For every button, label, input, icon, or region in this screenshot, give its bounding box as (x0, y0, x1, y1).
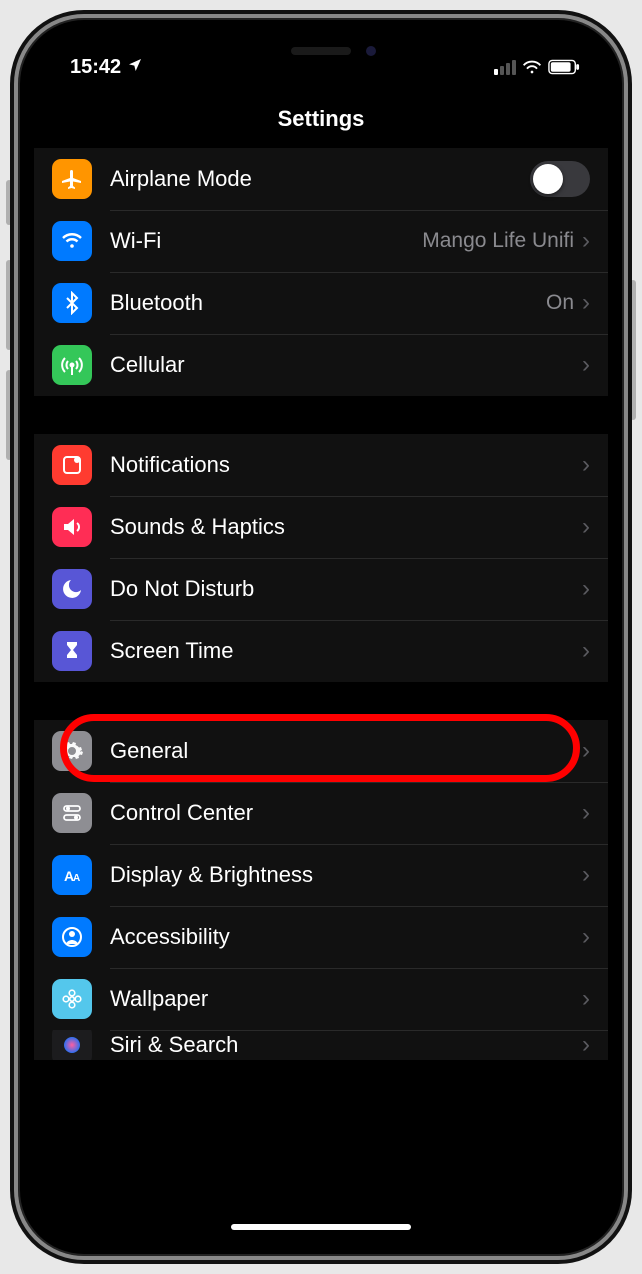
row-label: Bluetooth (110, 290, 546, 316)
battery-icon (548, 59, 580, 75)
row-label: Siri & Search (110, 1032, 582, 1058)
row-control-center[interactable]: Control Center› (34, 782, 608, 844)
bluetooth-icon (52, 283, 92, 323)
row-general[interactable]: General› (34, 720, 608, 782)
row-label: Cellular (110, 352, 582, 378)
settings-group: Notifications›Sounds & Haptics›Do Not Di… (34, 434, 608, 682)
row-screentime[interactable]: Screen Time› (34, 620, 608, 682)
gear-icon (52, 731, 92, 771)
phone-frame: 15:42 (14, 14, 628, 1260)
power-button (630, 280, 636, 420)
bell-icon (52, 445, 92, 485)
chevron-right-icon: › (582, 799, 590, 827)
row-cellular[interactable]: Cellular› (34, 334, 608, 396)
row-bluetooth[interactable]: BluetoothOn › (34, 272, 608, 334)
row-sounds[interactable]: Sounds & Haptics› (34, 496, 608, 558)
volume-down-button (6, 370, 12, 460)
chevron-right-icon: › (582, 227, 590, 255)
airplane-icon (52, 159, 92, 199)
row-dnd[interactable]: Do Not Disturb› (34, 558, 608, 620)
row-label: Screen Time (110, 638, 582, 664)
chevron-right-icon: › (582, 923, 590, 951)
flower-icon (52, 979, 92, 1019)
speaker-icon (52, 507, 92, 547)
settings-group: General›Control Center›AADisplay & Brigh… (34, 720, 608, 1060)
row-siri[interactable]: Siri & Search› (34, 1030, 608, 1060)
svg-text:A: A (73, 873, 80, 884)
settings-group: Airplane ModeWi-FiMango Life Unifi›Bluet… (34, 148, 608, 396)
chevron-right-icon: › (582, 637, 590, 665)
row-label: Display & Brightness (110, 862, 582, 888)
mute-switch (6, 180, 12, 225)
wifi-icon (52, 221, 92, 261)
chevron-right-icon: › (582, 861, 590, 889)
switches-icon (52, 793, 92, 833)
wifi-icon (522, 59, 542, 75)
volume-up-button (6, 260, 12, 350)
row-label: Airplane Mode (110, 166, 530, 192)
home-indicator[interactable] (231, 1224, 411, 1230)
chevron-right-icon: › (582, 737, 590, 765)
row-value: On (546, 291, 574, 315)
aa-icon: AA (52, 855, 92, 895)
row-notifications[interactable]: Notifications› (34, 434, 608, 496)
row-label: Do Not Disturb (110, 576, 582, 602)
person-icon (52, 917, 92, 957)
siri-icon (52, 1030, 92, 1060)
chevron-right-icon: › (582, 451, 590, 479)
airplane-mode-toggle[interactable] (530, 161, 590, 197)
row-label: Sounds & Haptics (110, 514, 582, 540)
row-label: Notifications (110, 452, 582, 478)
row-wifi[interactable]: Wi-FiMango Life Unifi › (34, 210, 608, 272)
page-title: Settings (34, 88, 608, 148)
settings-list[interactable]: Airplane ModeWi-FiMango Life Unifi›Bluet… (34, 148, 608, 1240)
chevron-right-icon: › (582, 513, 590, 541)
chevron-right-icon: › (582, 351, 590, 379)
cell-signal-icon (494, 60, 516, 75)
row-accessibility[interactable]: Accessibility› (34, 906, 608, 968)
row-label: General (110, 738, 582, 764)
row-label: Accessibility (110, 924, 582, 950)
antenna-icon (52, 345, 92, 385)
row-label: Control Center (110, 800, 582, 826)
screen: 15:42 (34, 34, 608, 1240)
status-time: 15:42 (70, 56, 121, 79)
row-label: Wallpaper (110, 986, 582, 1012)
notch (196, 34, 446, 68)
row-label: Wi-Fi (110, 228, 422, 254)
chevron-right-icon: › (582, 1031, 590, 1059)
hourglass-icon (52, 631, 92, 671)
row-value: Mango Life Unifi (422, 229, 574, 253)
row-airplane-mode[interactable]: Airplane Mode (34, 148, 608, 210)
row-wallpaper[interactable]: Wallpaper› (34, 968, 608, 1030)
row-display[interactable]: AA Display & Brightness› (34, 844, 608, 906)
chevron-right-icon: › (582, 575, 590, 603)
chevron-right-icon: › (582, 289, 590, 317)
chevron-right-icon: › (582, 985, 590, 1013)
location-icon (127, 56, 143, 79)
moon-icon (52, 569, 92, 609)
